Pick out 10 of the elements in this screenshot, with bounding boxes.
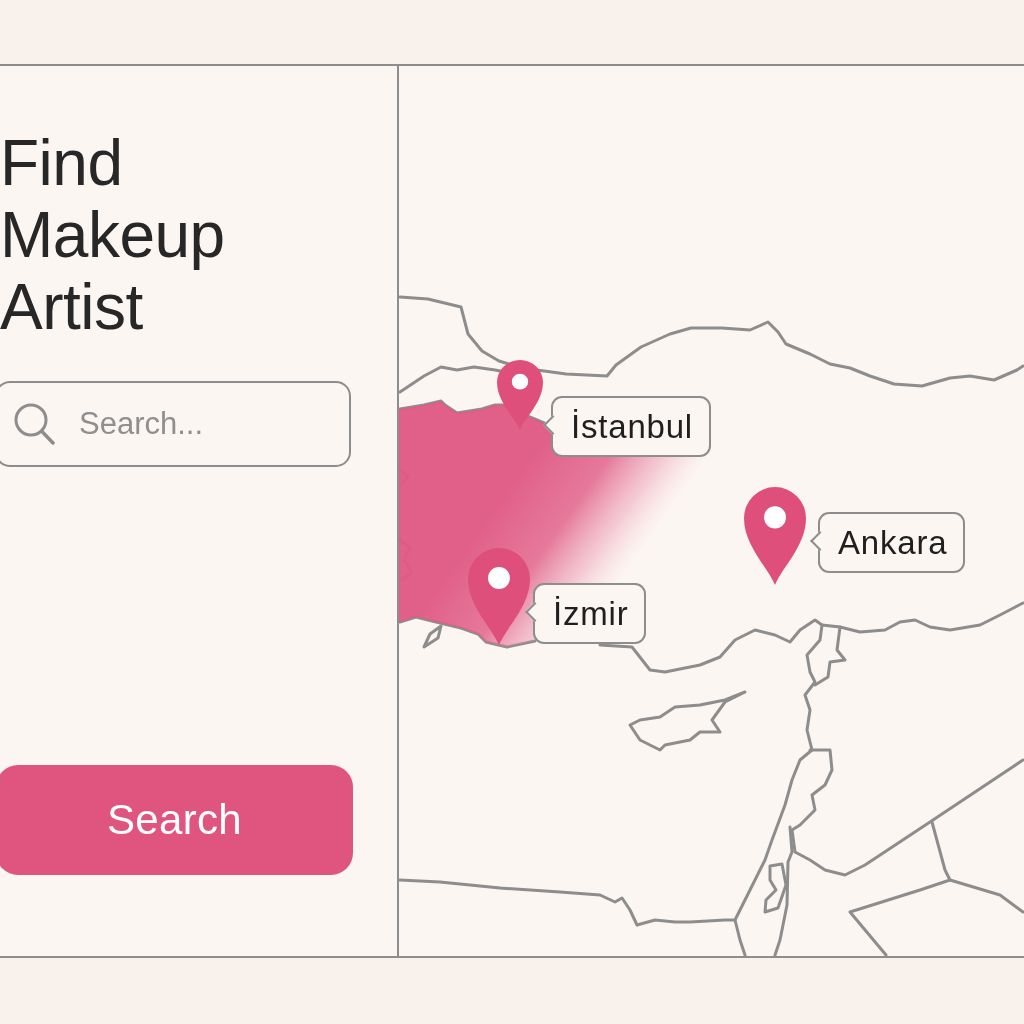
map-pin-icon[interactable] (744, 487, 806, 585)
map-pin-icon[interactable] (497, 360, 543, 430)
search-icon (14, 403, 55, 445)
page-heading: Find Makeup Artist (0, 127, 226, 343)
map-pin-icon[interactable] (468, 548, 530, 645)
city-label: Ankara (809, 512, 966, 573)
search-field[interactable]: Search... (0, 381, 351, 467)
city-label: İzmir (524, 583, 647, 644)
search-button[interactable]: Search (0, 765, 353, 875)
city-label: İstanbul (542, 396, 711, 457)
